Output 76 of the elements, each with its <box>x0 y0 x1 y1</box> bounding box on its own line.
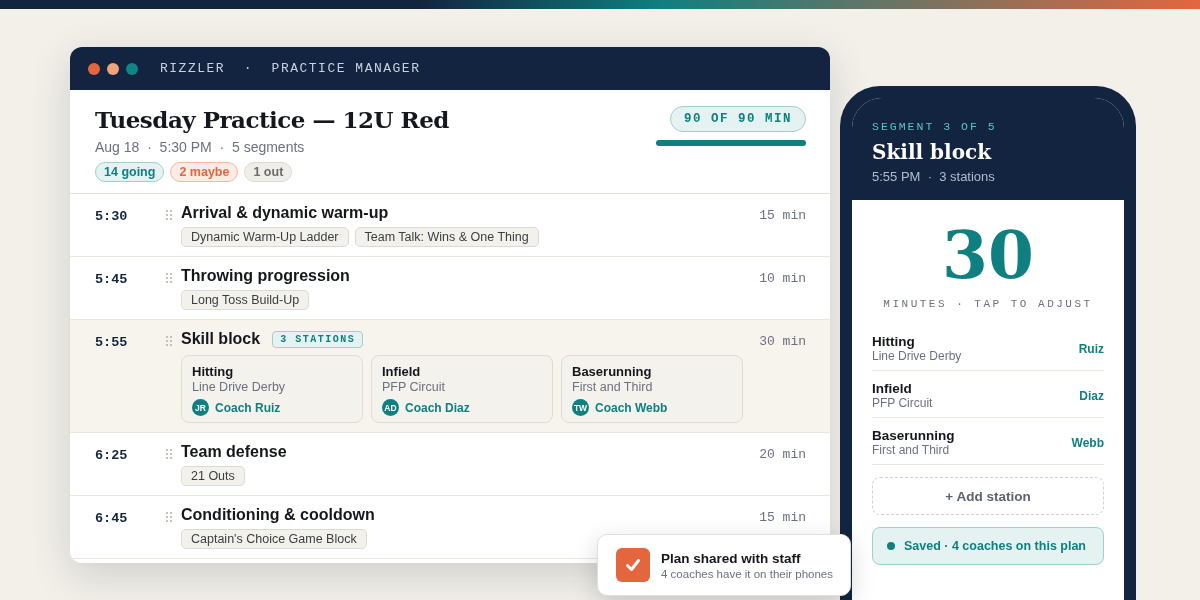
coach-name[interactable]: Coach Diaz <box>405 400 470 415</box>
attendance-tag: 14 going <box>95 162 165 182</box>
station-name: Baserunning <box>872 428 955 443</box>
window-title: RIZZLER · PRACTICE MANAGER <box>160 61 421 76</box>
segment-title: Team defense <box>181 443 287 461</box>
segment-title: Conditioning & cooldown <box>181 506 375 524</box>
practice-title: Tuesday Practice — 12U Red <box>95 106 449 133</box>
station-drill: First and Third <box>872 443 951 457</box>
segment-time: 6:25 <box>95 447 129 463</box>
station-card[interactable]: Infield PFP Circuit AD Coach Diaz <box>371 355 553 423</box>
minutes-caption: MINUTES · TAP TO ADJUST <box>883 298 1093 310</box>
station-drill: PFP Circuit <box>872 396 933 410</box>
maximize-dot-icon[interactable] <box>126 62 138 75</box>
attendance-tag: 1 out <box>244 162 293 182</box>
segment-title: Arrival & dynamic warm-up <box>181 204 389 222</box>
segment-title: Skill block <box>181 330 261 348</box>
coach-name: Webb <box>1071 435 1104 450</box>
coach-avatar: AD <box>382 399 399 416</box>
drag-handle-icon[interactable] <box>165 335 173 347</box>
station-name: Infield <box>872 381 913 396</box>
station-row[interactable]: Baserunning First and Third Webb <box>872 418 1104 465</box>
segment-duration: 20 min <box>759 446 806 462</box>
minutes-budget-badge: 90 OF 90 MIN <box>670 106 806 132</box>
station-name: Hitting <box>192 364 234 379</box>
drill-tag[interactable]: Team Talk: Wins & One Thing <box>354 227 539 247</box>
add-station-button[interactable]: + Add station <box>872 477 1104 515</box>
station-drill: Line Drive Derby <box>192 380 286 394</box>
drill-tag[interactable]: Long Toss Build-Up <box>181 290 310 310</box>
toast-subtitle: 4 coaches have it on their phones <box>661 567 833 580</box>
station-drill: Line Drive Derby <box>872 349 962 363</box>
practice-meta: Aug 18 · 5:30 PM · 5 segments <box>95 139 306 155</box>
segment-row[interactable]: 5:30 Arrival & dynamic warm-up Dynamic Warm-Up Ladder Team Talk: Wins & One Thing 15 min <box>70 194 830 257</box>
segment-meta: 5:55 PM · 3 stations <box>872 169 996 184</box>
minimize-dot-icon[interactable] <box>107 62 119 75</box>
coach-name: Diaz <box>1079 388 1104 403</box>
station-row[interactable]: Hitting Line Drive Derby Ruiz <box>872 324 1104 371</box>
station-drill: First and Third <box>572 380 653 394</box>
segment-row[interactable]: 6:25 Team defense 21 Outs 20 min <box>70 433 830 496</box>
segment-counter: SEGMENT 3 OF 5 <box>872 120 998 133</box>
segment-time: 6:45 <box>95 510 129 526</box>
station-name: Hitting <box>872 334 916 349</box>
status-dot-icon <box>887 542 895 550</box>
attendance-tag: 2 maybe <box>170 162 239 182</box>
station-card[interactable]: Baserunning First and Third TW Coach Webb <box>561 355 743 423</box>
coach-name[interactable]: Coach Ruiz <box>215 400 281 415</box>
segment-time: 5:55 <box>95 334 129 350</box>
segment-row[interactable]: 5:55 Skill block 3 STATIONS Hitting Line Drive Derby JR Coach Ruiz Infield PFP Circuit AD Coach Diaz Baserunning First and Third TW Coach Webb 30 min <box>70 320 830 433</box>
station-name: Infield <box>382 364 421 379</box>
drill-tag[interactable]: 21 Outs <box>181 466 245 486</box>
coach-avatar: JR <box>192 399 209 416</box>
segment-duration: 15 min <box>759 509 806 525</box>
coach-name: Ruiz <box>1078 341 1104 356</box>
drill-tag[interactable]: Captain's Choice Game Block <box>181 529 367 549</box>
segment-duration: 10 min <box>759 270 806 286</box>
drag-handle-icon[interactable] <box>165 209 173 221</box>
segment-title: Skill block <box>872 140 993 164</box>
station-row[interactable]: Infield PFP Circuit Diaz <box>872 371 1104 418</box>
stations-count-badge: 3 STATIONS <box>272 330 364 348</box>
segment-time: 5:45 <box>95 271 129 287</box>
drag-handle-icon[interactable] <box>165 511 173 523</box>
segment-duration: 15 min <box>759 207 806 223</box>
checkmark-icon <box>616 548 650 582</box>
drag-handle-icon[interactable] <box>165 272 173 284</box>
close-dot-icon[interactable] <box>88 62 100 75</box>
segment-duration: 30 min <box>759 333 806 349</box>
station-drill: PFP Circuit <box>382 380 445 394</box>
station-name: Baserunning <box>572 364 652 379</box>
drag-handle-icon[interactable] <box>165 448 173 460</box>
coach-avatar: TW <box>572 399 589 416</box>
minutes-value[interactable]: 30 <box>942 222 1034 288</box>
drill-tag[interactable]: Dynamic Warm-Up Ladder <box>181 227 349 247</box>
segment-time: 5:30 <box>95 208 129 224</box>
coach-name[interactable]: Coach Webb <box>595 400 668 415</box>
saved-status: Saved · 4 coaches on this plan <box>904 539 1086 553</box>
segment-title: Throwing progression <box>181 267 350 285</box>
station-card[interactable]: Hitting Line Drive Derby JR Coach Ruiz <box>181 355 363 423</box>
